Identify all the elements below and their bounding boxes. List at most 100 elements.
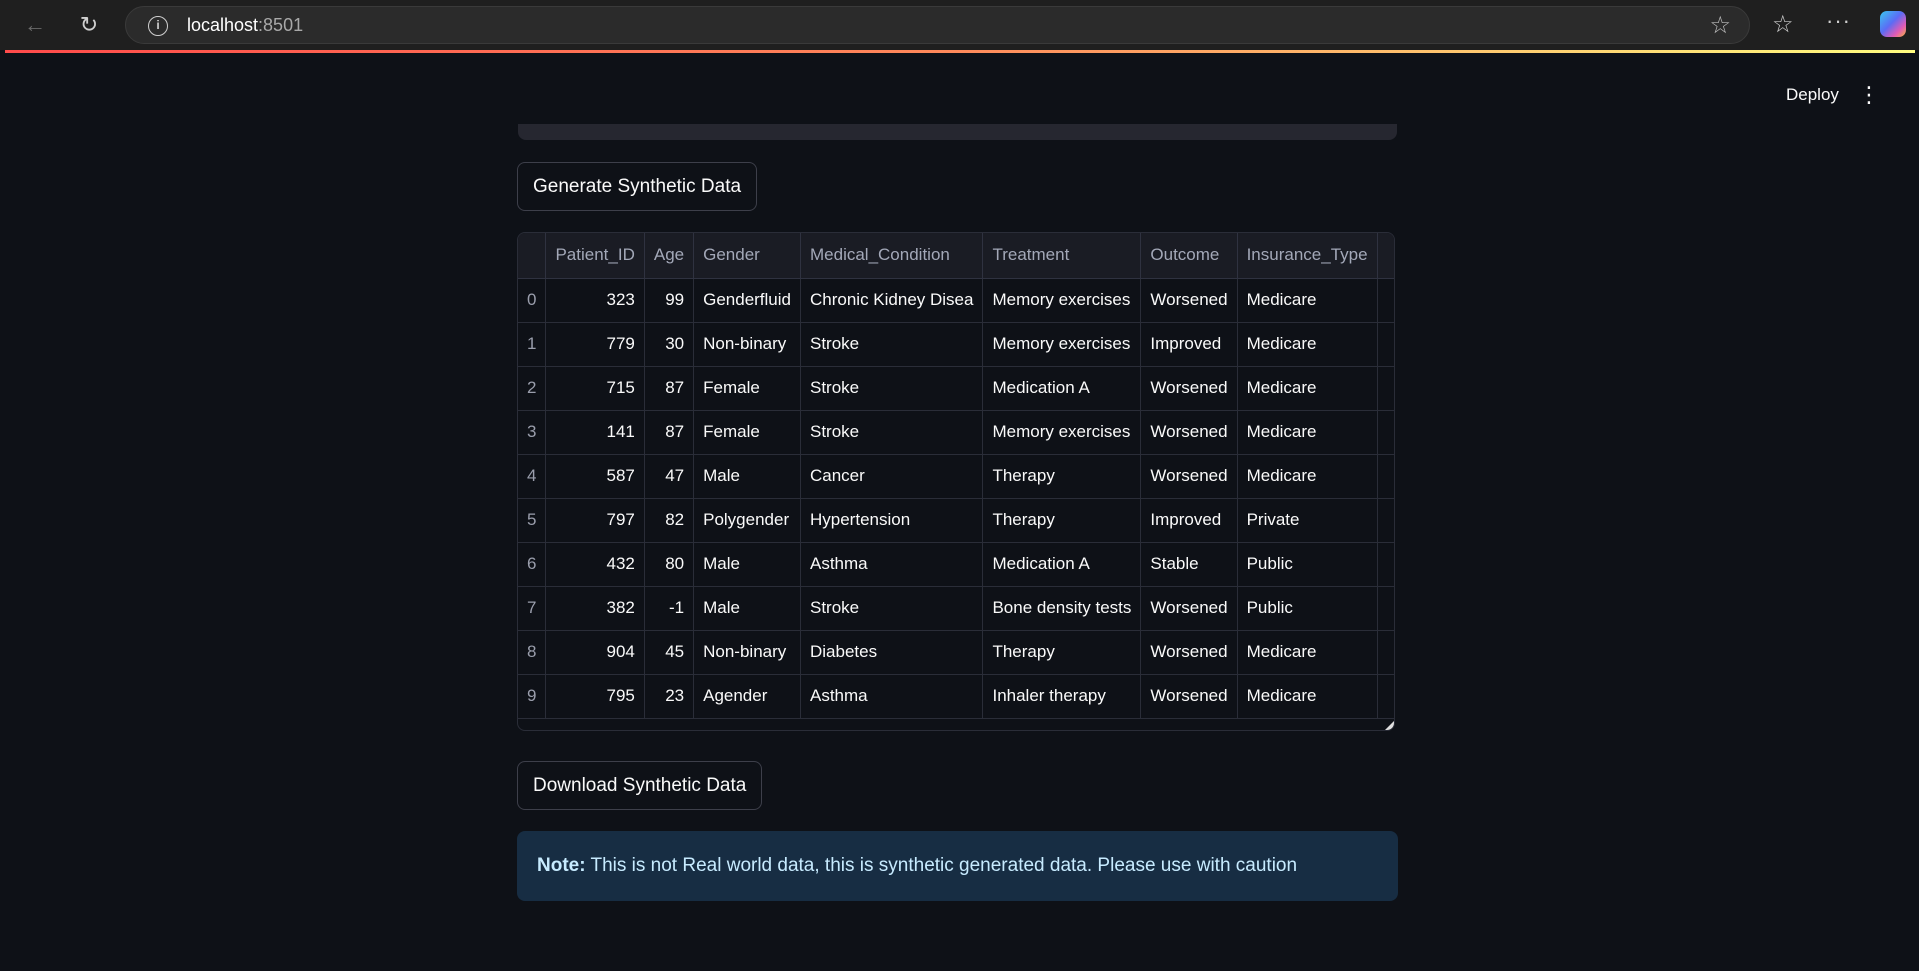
back-arrow-icon[interactable]: ← [22,12,48,38]
table-cell[interactable]: Worsened [1140,674,1238,719]
table-cell[interactable]: Medicare [1237,630,1378,675]
table-cell[interactable]: Non-binary [693,322,801,367]
table-cell[interactable]: Worsened [1140,454,1238,499]
table-cell[interactable]: Improved [1140,498,1238,543]
table-cell[interactable]: 141 [545,410,645,455]
column-header[interactable] [518,233,547,279]
table-cell[interactable]: 47 [644,454,695,499]
table-cell[interactable]: 80 [644,542,695,587]
table-cell[interactable]: Agender [693,674,801,719]
table-cell[interactable]: 797 [545,498,645,543]
table-cell[interactable]: 45 [644,630,695,675]
table-cell[interactable]: Worsened [1140,410,1238,455]
table-row[interactable]: 7 382 -1 Male Stroke Bone density tests Worsen… [518,586,1394,631]
table-row[interactable]: 3 141 87 Female Stroke Memory exercises Worsen… [518,410,1394,455]
table-cell[interactable]: Medicare [1237,410,1378,455]
table-cell[interactable]: Stroke [800,586,984,631]
table-cell[interactable]: 99 [644,278,695,323]
table-cell[interactable]: Chronic Kidney Disea [800,278,984,323]
table-cell[interactable]: 795 [545,674,645,719]
favorites-icon[interactable]: ☆ [1772,10,1794,39]
table-cell[interactable]: Medication A [982,542,1142,587]
table-cell[interactable]: 382 [545,586,645,631]
table-cell[interactable]: 779 [545,322,645,367]
table-cell[interactable]: 82 [644,498,695,543]
table-cell[interactable]: Medicare [1237,366,1378,411]
table-cell[interactable]: Hypertension [800,498,984,543]
table-cell[interactable]: Memory exercises [982,322,1142,367]
table-cell[interactable]: 904 [545,630,645,675]
table-cell[interactable]: 587 [545,454,645,499]
table-cell[interactable]: Public [1237,542,1378,587]
table-cell[interactable]: Genderfluid [693,278,801,323]
more-options-icon[interactable]: ··· [1826,8,1851,34]
table-cell[interactable]: Stroke [800,366,984,411]
table-cell[interactable]: Medicare [1237,278,1378,323]
table-row[interactable]: 9 795 23 Agender Asthma Inhaler therapy Worsen… [518,674,1394,719]
column-header[interactable]: Age [644,233,695,279]
table-cell[interactable]: Worsened [1140,366,1238,411]
table-cell[interactable]: Medicare [1237,674,1378,719]
table-cell[interactable]: Memory exercises [982,278,1142,323]
column-header[interactable]: Patient_ID [545,233,645,279]
table-cell[interactable]: Worsened [1140,278,1238,323]
table-row[interactable]: 8 904 45 Non-binary Diabetes Therapy Worsened M… [518,630,1394,675]
table-cell[interactable]: 87 [644,366,695,411]
resize-handle-icon[interactable] [1385,721,1394,730]
table-cell[interactable]: Diabetes [800,630,984,675]
table-cell[interactable]: Private [1237,498,1378,543]
table-cell[interactable]: Medication A [982,366,1142,411]
table-row[interactable]: 5 797 82 Polygender Hypertension Therapy Impro… [518,498,1394,543]
column-header[interactable]: Medical_Condition [800,233,984,279]
table-cell[interactable]: Therapy [982,498,1142,543]
table-cell[interactable]: Male [693,454,801,499]
table-row[interactable]: 1 779 30 Non-binary Stroke Memory exercises Im… [518,322,1394,367]
table-cell[interactable]: Worsened [1140,630,1238,675]
table-cell[interactable]: Male [693,542,801,587]
table-cell[interactable]: 23 [644,674,695,719]
table-cell[interactable]: Therapy [982,630,1142,675]
table-cell[interactable]: Bone density tests [982,586,1142,631]
download-data-button[interactable]: Download Synthetic Data [517,761,763,810]
table-cell[interactable]: Stroke [800,322,984,367]
dataframe[interactable]: Patient_ID Age Gender Medical_Condition Trea… [517,232,1395,731]
table-cell[interactable]: Memory exercises [982,410,1142,455]
table-cell[interactable]: Polygender [693,498,801,543]
table-cell[interactable]: 715 [545,366,645,411]
table-row[interactable]: 6 432 80 Male Asthma Medication A Stable Public [518,542,1394,587]
table-cell[interactable]: Inhaler therapy [982,674,1142,719]
table-row[interactable]: 0 323 99 Genderfluid Chronic Kidney Disea Mem… [518,278,1394,323]
table-cell[interactable]: Asthma [800,542,984,587]
copilot-icon[interactable] [1880,11,1906,37]
generate-data-button[interactable]: Generate Synthetic Data [517,162,758,211]
table-cell[interactable]: Female [693,366,801,411]
table-cell[interactable]: Improved [1140,322,1238,367]
table-cell[interactable]: Asthma [800,674,984,719]
table-cell[interactable]: Female [693,410,801,455]
table-cell[interactable]: Medicare [1237,322,1378,367]
table-cell[interactable]: -1 [644,586,695,631]
table-cell[interactable]: Therapy [982,454,1142,499]
table-cell[interactable]: Cancer [800,454,984,499]
column-header[interactable]: Gender [693,233,801,279]
table-cell[interactable]: Male [693,586,801,631]
table-cell[interactable]: 87 [644,410,695,455]
table-cell[interactable]: Non-binary [693,630,801,675]
reload-icon[interactable]: ↻ [76,12,102,38]
column-header[interactable]: Treatment [982,233,1142,279]
address-bar[interactable]: i localhost:8501 ☆ [125,6,1750,44]
table-cell[interactable]: 30 [644,322,695,367]
table-cell[interactable]: Medicare [1237,454,1378,499]
table-cell[interactable]: 432 [545,542,645,587]
table-cell[interactable]: 323 [545,278,645,323]
table-cell[interactable]: Public [1237,586,1378,631]
table-cell[interactable]: Stable [1140,542,1238,587]
column-header[interactable]: Insurance_Type [1237,233,1378,279]
bookmark-star-icon[interactable]: ☆ [1709,11,1731,40]
site-info-icon[interactable]: i [148,16,168,36]
column-header[interactable]: Outcome [1140,233,1238,279]
table-row[interactable]: 2 715 87 Female Stroke Medication A Worsened Me… [518,366,1394,411]
table-row[interactable]: 4 587 47 Male Cancer Therapy Worsened Medicare [518,454,1394,499]
deploy-button[interactable]: Deploy [1772,80,1853,110]
table-cell[interactable]: Stroke [800,410,984,455]
